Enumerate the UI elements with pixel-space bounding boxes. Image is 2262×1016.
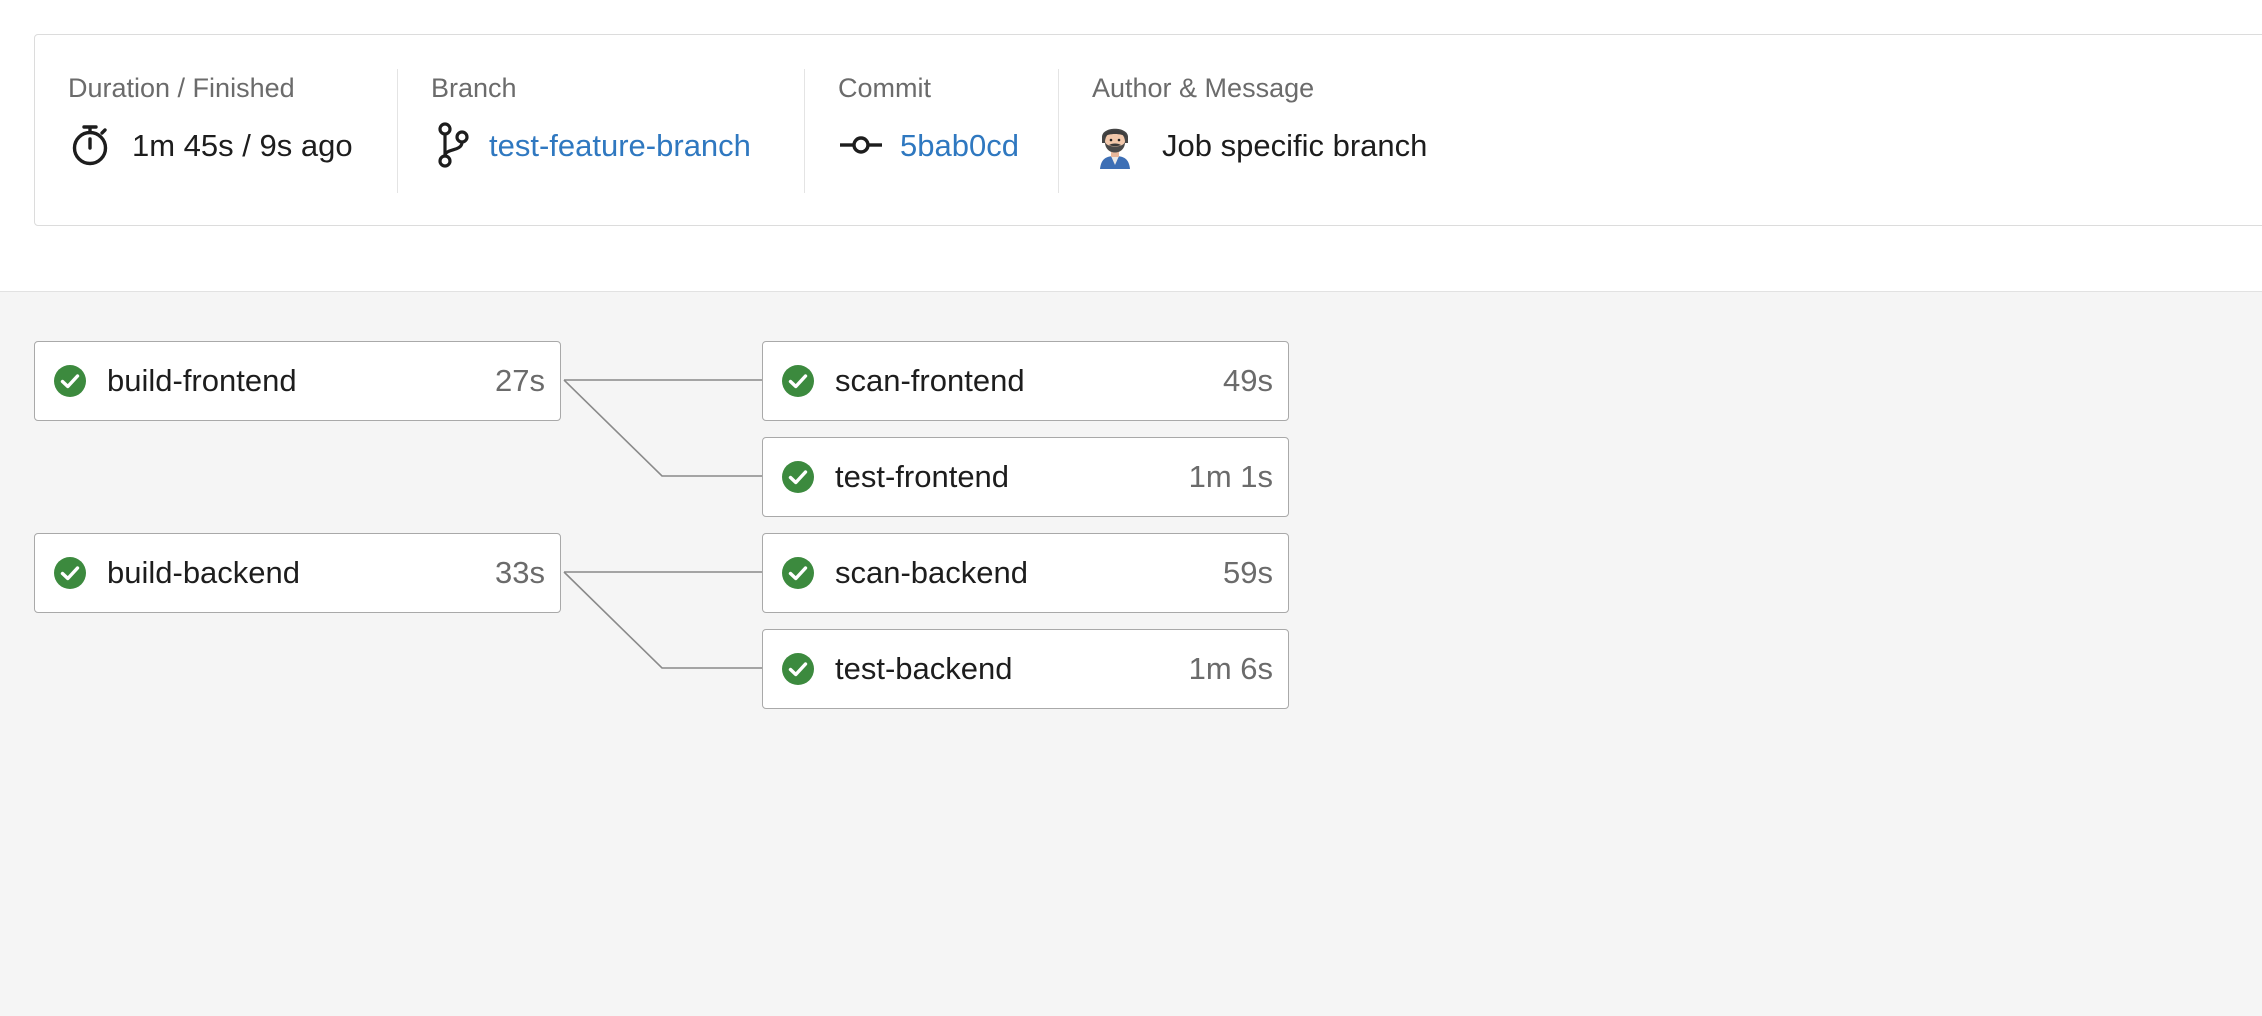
- job-card-test-backend[interactable]: test-backend 1m 6s: [762, 629, 1289, 709]
- dependency-line: [563, 571, 763, 669]
- commit-label: Commit: [838, 73, 931, 103]
- duration-value: 1m 45s / 9s ago: [132, 127, 353, 163]
- duration-value-row: 1m 45s / 9s ago: [68, 121, 353, 169]
- author-section: Author & Message Job specific branch: [1092, 35, 1612, 169]
- job-name: test-backend: [835, 651, 1013, 686]
- commit-value-row: 5bab0cd: [838, 121, 1019, 169]
- branch-link[interactable]: test-feature-branch: [489, 130, 751, 161]
- job-card-scan-frontend[interactable]: scan-frontend 49s: [762, 341, 1289, 421]
- commit-link[interactable]: 5bab0cd: [900, 130, 1019, 161]
- job-name: build-frontend: [107, 363, 297, 398]
- job-duration: 1m 1s: [1188, 459, 1273, 494]
- branch-section: Branch test-feature-branch: [431, 35, 811, 168]
- author-value-row: Job specific branch: [1092, 121, 1427, 169]
- job-name: build-backend: [107, 555, 301, 590]
- summary-divider: [397, 69, 398, 193]
- author-label: Author & Message: [1092, 73, 1315, 103]
- job-duration: 33s: [495, 555, 545, 590]
- git-branch-icon: [431, 122, 475, 168]
- pipeline-graph: build-frontend 27s scan-frontend 49s tes…: [0, 292, 2262, 1016]
- job-card-build-backend[interactable]: build-backend 33s: [34, 533, 561, 613]
- job-name: test-frontend: [835, 459, 1010, 494]
- success-check-icon: [782, 461, 814, 493]
- commit-section: Commit 5bab0cd: [838, 35, 1058, 161]
- job-card-build-frontend[interactable]: build-frontend 27s: [34, 341, 561, 421]
- job-card-test-frontend[interactable]: test-frontend 1m 1s: [762, 437, 1289, 517]
- summary-divider: [1058, 69, 1059, 193]
- job-name: scan-frontend: [835, 363, 1025, 398]
- success-check-icon: [782, 365, 814, 397]
- pipeline-summary-card: Duration / Finished 1m 45s / 9s ago Bran…: [34, 34, 2262, 226]
- author-avatar[interactable]: [1092, 121, 1138, 169]
- git-commit-icon: [838, 123, 884, 167]
- job-duration: 27s: [495, 363, 545, 398]
- duration-section: Duration / Finished 1m 45s / 9s ago: [68, 35, 398, 166]
- stopwatch-icon: [68, 123, 112, 167]
- branch-label: Branch: [431, 73, 517, 103]
- job-duration: 59s: [1223, 555, 1273, 590]
- summary-divider: [804, 69, 805, 193]
- pipeline-summary: Duration / Finished 1m 45s / 9s ago Bran…: [0, 0, 2262, 292]
- job-duration: 49s: [1223, 363, 1273, 398]
- job-name: scan-backend: [835, 555, 1029, 590]
- success-check-icon: [54, 557, 86, 589]
- commit-message: Job specific branch: [1162, 127, 1428, 163]
- success-check-icon: [54, 365, 86, 397]
- job-card-scan-backend[interactable]: scan-backend 59s: [762, 533, 1289, 613]
- success-check-icon: [782, 653, 814, 685]
- branch-value-row: test-feature-branch: [431, 121, 751, 169]
- job-duration: 1m 6s: [1188, 651, 1273, 686]
- success-check-icon: [782, 557, 814, 589]
- dependency-line: [563, 379, 763, 477]
- duration-label: Duration / Finished: [68, 73, 295, 103]
